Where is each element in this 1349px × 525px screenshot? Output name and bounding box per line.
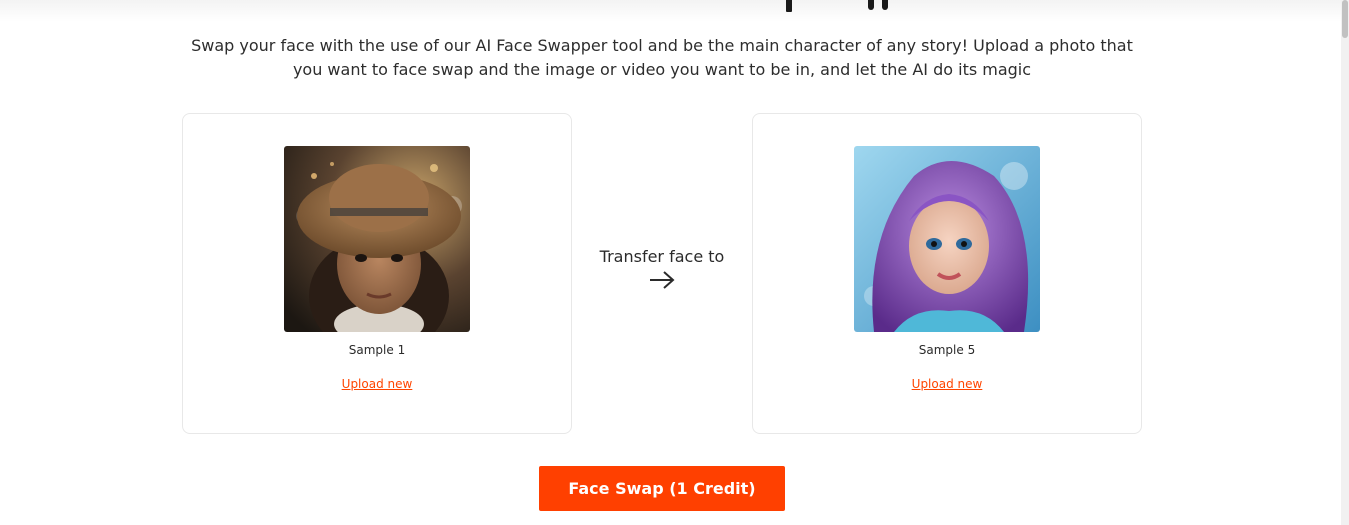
arrow-right-icon: [650, 271, 675, 289]
purple-hair-mermaid-photo-icon[interactable]: [854, 146, 1040, 332]
transfer-indicator: Transfer face to: [582, 247, 742, 290]
face-swap-page: Swap your face with the use of our AI Fa…: [0, 0, 1349, 525]
target-upload-new-link[interactable]: Upload new: [753, 377, 1141, 391]
page-description: Swap your face with the use of our AI Fa…: [191, 36, 1133, 79]
source-sample-label: Sample 1: [348, 343, 406, 357]
target-sample-label: Sample 5: [918, 343, 976, 357]
source-image-card[interactable]: Sample 1 Upload new: [182, 113, 572, 434]
source-upload-new-link[interactable]: Upload new: [183, 377, 571, 391]
girl-hat-photo-icon[interactable]: [284, 146, 470, 332]
scrollbar-track[interactable]: [1341, 0, 1349, 525]
scrollbar-thumb[interactable]: [1342, 0, 1348, 38]
target-image-card[interactable]: Sample 5 Upload new: [752, 113, 1142, 434]
transfer-label: Transfer face to: [599, 247, 725, 266]
face-swap-button[interactable]: Face Swap (1 Credit): [539, 466, 785, 511]
header-shadow: [0, 0, 1341, 22]
